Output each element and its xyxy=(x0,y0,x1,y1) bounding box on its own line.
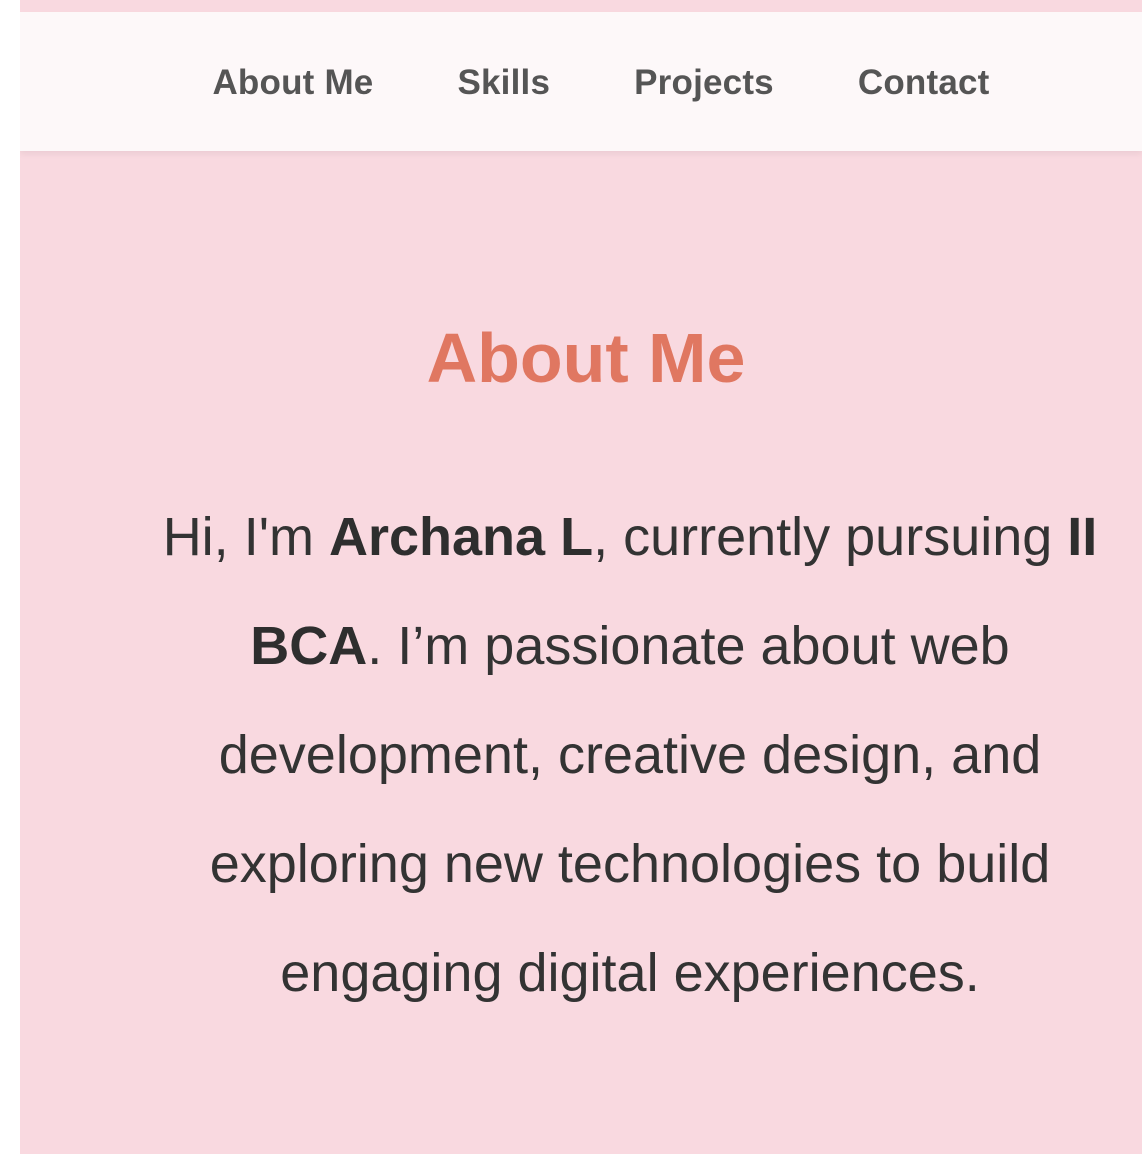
about-section: About Me Hi, I'm Archana L, currently pu… xyxy=(20,151,1142,1154)
about-name: Archana L xyxy=(329,507,594,567)
navbar: About Me Skills Projects Contact xyxy=(20,12,1142,151)
about-paragraph: Hi, I'm Archana L, currently pursuing II… xyxy=(115,483,1142,1028)
about-mid: , currently pursuing xyxy=(593,507,1068,567)
nav-link-projects[interactable]: Projects xyxy=(634,63,774,103)
page: About Me Skills Projects Contact About M… xyxy=(20,0,1142,1154)
nav-link-contact[interactable]: Contact xyxy=(858,63,990,103)
about-title: About Me xyxy=(426,319,746,397)
nav-link-about-me[interactable]: About Me xyxy=(212,63,373,103)
nav-link-skills[interactable]: Skills xyxy=(457,63,550,103)
nav-links: About Me Skills Projects Contact xyxy=(212,63,989,103)
about-intro: Hi, I'm xyxy=(162,507,329,567)
